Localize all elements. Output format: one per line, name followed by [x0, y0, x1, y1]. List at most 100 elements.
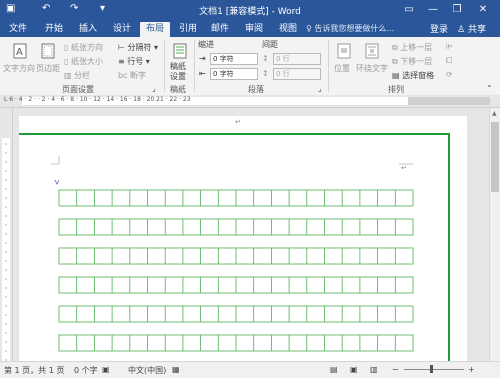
size-button[interactable]: ▯ 纸张大小	[64, 56, 103, 67]
arrange-group-label: 排列	[388, 85, 404, 94]
orientation-button[interactable]: ▯ 纸张方向	[64, 42, 103, 53]
separator	[164, 40, 165, 92]
read-mode-icon[interactable]: ▤	[330, 365, 338, 374]
page-count[interactable]: 第 1 页，共 1 页	[4, 365, 64, 376]
zoom-slider-thumb[interactable]	[430, 365, 433, 373]
status-bar: 第 1 页，共 1 页 0 个字 ▣ 中文(中国) ▦ ▤ ▣ ▥ − +	[0, 361, 500, 378]
hyphenation-icon: bc	[118, 71, 128, 80]
page-border	[19, 133, 450, 361]
maximize-icon[interactable]: ❐	[446, 1, 468, 19]
selection-pane-button[interactable]: ▤ 选择窗格	[392, 70, 434, 81]
columns-label: 分栏	[74, 71, 91, 80]
bring-forward-label: 上移一层	[400, 43, 433, 52]
separator	[194, 40, 195, 92]
margins-button[interactable]: 页边距	[36, 63, 60, 74]
ruler-margin-area	[408, 97, 490, 105]
hyphenation-label: 断字	[130, 71, 147, 80]
paragraph-group-label: 段落	[248, 85, 264, 94]
ribbon-display-options-icon[interactable]: ▭	[398, 1, 420, 19]
tab-mailings[interactable]: 邮件	[206, 22, 234, 37]
spacing-label: 间距	[262, 40, 278, 49]
share-label: 共享	[467, 25, 486, 35]
manuscript-settings-button[interactable]: 稿纸设置	[170, 62, 190, 82]
bring-forward-button[interactable]: ⧉ 上移一层	[392, 42, 432, 53]
tab-references[interactable]: 引用	[174, 22, 202, 37]
spacing-after-icon: ↕	[262, 69, 269, 78]
separator	[328, 40, 329, 92]
indent-left-icon: ⇥	[199, 54, 206, 63]
proofing-icon[interactable]: ▣	[102, 365, 110, 374]
document-area[interactable]: ↵ ↵	[13, 108, 489, 361]
tell-me-search[interactable]: ♀ 告诉我您想要做什么...	[306, 23, 394, 34]
tab-design[interactable]: 设计	[108, 22, 136, 37]
indent-label: 缩进	[198, 40, 214, 49]
zoom-slider[interactable]	[404, 369, 464, 370]
horizontal-ruler[interactable]: L 6 · 4 · 2 · · 2 · 4 · 6 · 8 · 10 · 12 …	[0, 95, 500, 108]
text-direction-icon: A	[13, 43, 27, 59]
cursor-mark	[54, 179, 60, 185]
breaks-icon: ⊢	[118, 43, 125, 52]
line-numbers-icon: ≡	[118, 57, 125, 66]
size-icon: ▯	[64, 57, 69, 66]
paragraph-launcher-icon[interactable]: ⌟	[318, 84, 322, 93]
scroll-thumb[interactable]	[491, 122, 499, 192]
columns-button[interactable]: ▥ 分栏	[64, 70, 90, 81]
tell-me-text: 告诉我您想要做什么...	[314, 24, 395, 33]
manuscript-group-label: 稿纸	[170, 85, 186, 94]
manuscript-grid: ↵	[19, 133, 450, 361]
send-backward-button[interactable]: ⧉ 下移一层	[392, 56, 432, 67]
indent-left-field[interactable]: 0 字符	[210, 53, 258, 65]
position-button[interactable]: 位置	[334, 63, 350, 74]
vertical-ruler-ticks	[2, 138, 10, 361]
spacing-before-field[interactable]: 0 行	[273, 53, 321, 65]
tab-insert[interactable]: 插入	[74, 22, 102, 37]
rotate-icon[interactable]: ⟳	[446, 70, 453, 79]
tab-view[interactable]: 视图	[274, 22, 302, 37]
group-icon[interactable]: ⧠	[446, 56, 452, 66]
ribbon-tabs: 文件 开始 插入 设计 布局 引用 邮件 审阅 视图 ♀ 告诉我您想要做什么..…	[0, 20, 500, 37]
title-bar: ▣ ↶ ↷ ▾ 文档1 [兼容模式] - Word ▭ — ❐ ✕	[0, 0, 500, 20]
scroll-up-icon[interactable]: ▲	[492, 110, 497, 117]
columns-icon: ▥	[64, 71, 72, 80]
language[interactable]: 中文(中国)	[128, 365, 166, 376]
orientation-label: 纸张方向	[70, 43, 103, 52]
tab-home[interactable]: 开始	[40, 22, 68, 37]
tab-layout[interactable]: 布局	[140, 22, 170, 37]
send-backward-label: 下移一层	[400, 57, 433, 66]
word-count[interactable]: 0 个字	[74, 365, 98, 376]
zoom-in-icon[interactable]: +	[468, 365, 475, 374]
web-layout-icon[interactable]: ▥	[370, 365, 378, 374]
crop-mark	[51, 156, 60, 165]
bring-forward-icon: ⧉	[392, 43, 398, 52]
text-direction-button[interactable]: 文字方向	[3, 63, 35, 74]
selection-pane-label: 选择窗格	[402, 71, 435, 80]
wrap-text-button[interactable]: 环绕文字	[356, 63, 388, 74]
share-button[interactable]: ♙ 共享	[457, 22, 486, 35]
position-icon	[337, 43, 351, 59]
page-setup-launcher-icon[interactable]: ⌟	[152, 84, 156, 93]
page[interactable]: ↵ ↵	[19, 116, 467, 361]
hyphenation-button[interactable]: bc 断字	[118, 70, 146, 81]
person-icon: ♙	[457, 25, 466, 35]
close-icon[interactable]: ✕	[472, 1, 494, 19]
vertical-ruler[interactable]	[0, 108, 13, 361]
paragraph-mark: ↵	[401, 164, 407, 172]
size-label: 纸张大小	[70, 57, 103, 66]
selection-pane-icon: ▤	[392, 71, 400, 80]
login-link[interactable]: 登录	[430, 22, 448, 35]
spacing-after-field[interactable]: 0 行	[273, 68, 321, 80]
breaks-button[interactable]: ⊢ 分隔符 ▾	[118, 42, 158, 53]
line-numbers-button[interactable]: ≡ 行号 ▾	[118, 56, 150, 67]
align-icon[interactable]: ⊫	[446, 42, 453, 51]
tab-file[interactable]: 文件	[4, 22, 32, 37]
tab-review[interactable]: 审阅	[240, 22, 268, 37]
minimize-icon[interactable]: —	[422, 1, 444, 19]
macro-icon[interactable]: ▦	[172, 365, 180, 374]
collapse-ribbon-icon[interactable]: ⌃	[486, 84, 493, 93]
send-backward-icon: ⧉	[392, 57, 398, 66]
zoom-out-icon[interactable]: −	[392, 365, 399, 374]
indent-right-field[interactable]: 0 字符	[210, 68, 258, 80]
ribbon: A 文字方向 页边距 ▯ 纸张方向 ▯ 纸张大小 ▥ 分栏 ⊢ 分隔符 ▾ ≡ …	[0, 37, 500, 96]
print-layout-icon[interactable]: ▣	[350, 365, 358, 374]
vertical-scrollbar[interactable]: ▲	[489, 108, 500, 361]
